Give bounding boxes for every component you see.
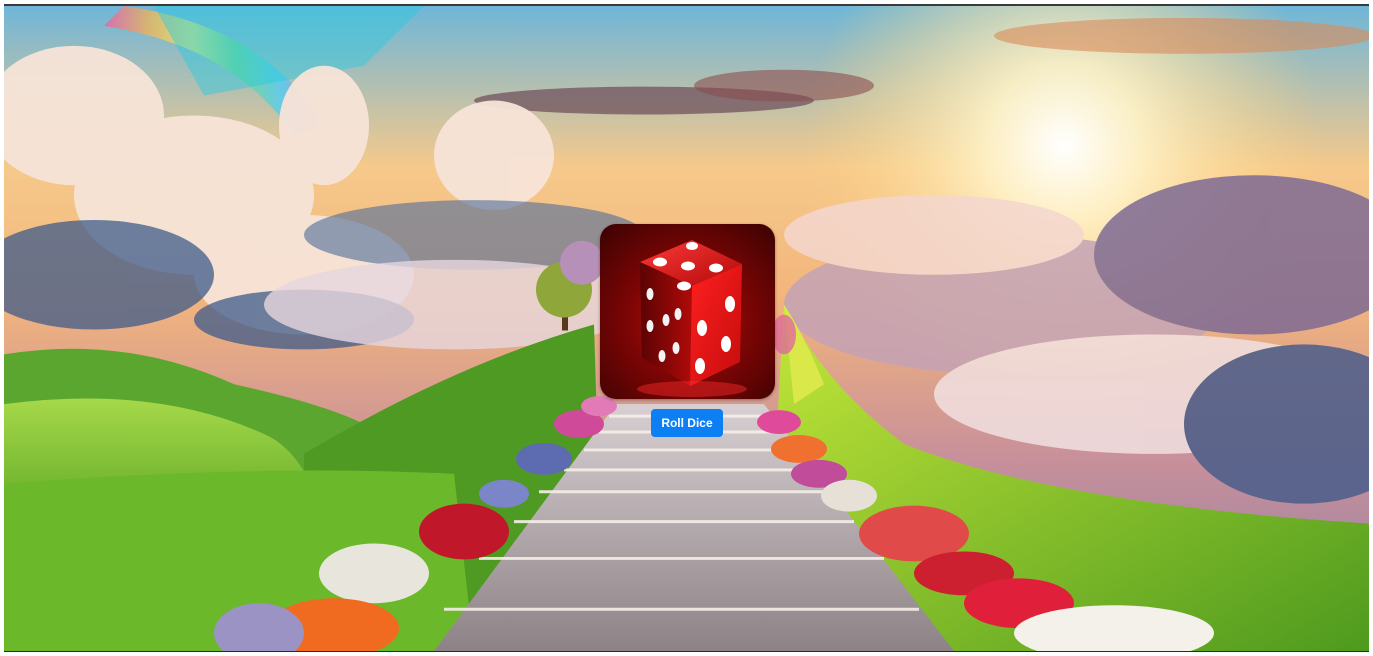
roll-dice-button[interactable]: Roll Dice [651,409,723,437]
game-viewport: Roll Dice [4,4,1369,652]
dice-image [600,224,775,399]
red-dice-icon [637,240,747,397]
